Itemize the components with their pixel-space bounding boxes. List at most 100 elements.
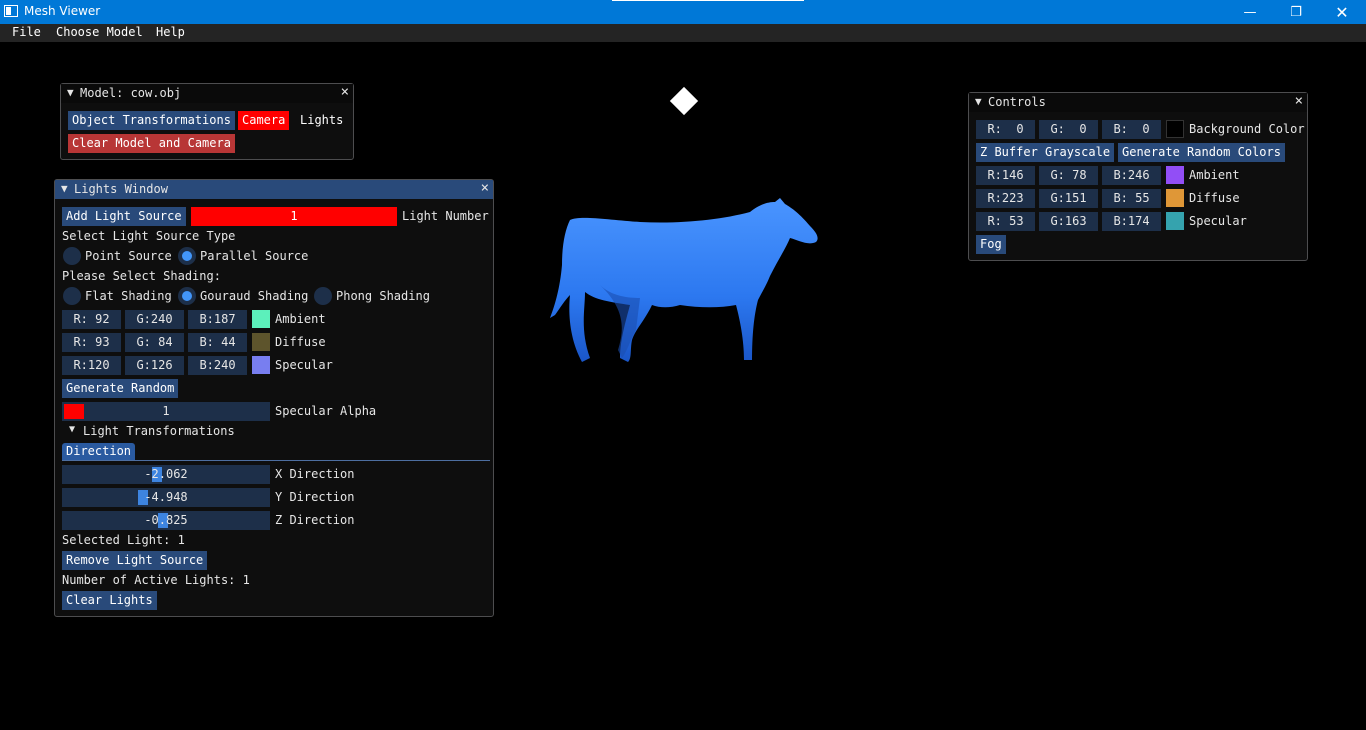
- model-panel-title: Model: cow.obj: [80, 86, 182, 100]
- x-direction-label: X Direction: [275, 467, 355, 481]
- model-ambient-g[interactable]: G: 78: [1039, 166, 1098, 185]
- parallel-source-label: Parallel Source: [200, 249, 309, 263]
- controls-panel-title: Controls: [988, 95, 1046, 109]
- menu-bar: File Choose Model Help: [0, 24, 1366, 42]
- generate-random-colors-button[interactable]: Generate Random Colors: [1118, 143, 1285, 162]
- lights-tab[interactable]: Lights: [296, 111, 347, 130]
- phong-shading-radio[interactable]: [314, 287, 332, 305]
- model-ambient-r[interactable]: R:146: [976, 166, 1035, 185]
- model-specular-r[interactable]: R: 53: [976, 212, 1035, 231]
- model-ambient-label: Ambient: [1189, 168, 1240, 182]
- x-direction-value: -2.062: [144, 467, 188, 481]
- lights-panel-title: Lights Window: [74, 182, 168, 196]
- model-diffuse-b[interactable]: B: 55: [1102, 189, 1161, 208]
- light-diffuse-swatch[interactable]: [252, 333, 270, 351]
- light-position-marker: [669, 86, 699, 116]
- point-source-radio[interactable]: [63, 247, 81, 265]
- specular-alpha-slider[interactable]: 1: [62, 402, 270, 421]
- maximize-button[interactable]: ❐: [1273, 0, 1319, 24]
- close-icon[interactable]: ×: [1295, 93, 1303, 109]
- tab-underline: [62, 460, 490, 461]
- bg-color-swatch[interactable]: [1166, 120, 1184, 138]
- bg-color-r[interactable]: R: 0: [976, 120, 1035, 139]
- gouraud-shading-radio[interactable]: [178, 287, 196, 305]
- controls-panel: ▼ Controls × R: 0 G: 0 B: 0 Background C…: [968, 92, 1308, 261]
- camera-tab[interactable]: Camera: [238, 111, 290, 130]
- parallel-source-radio[interactable]: [178, 247, 196, 265]
- z-direction-label: Z Direction: [275, 513, 355, 527]
- model-specular-swatch[interactable]: [1166, 212, 1184, 230]
- phong-shading-label: Phong Shading: [336, 289, 430, 303]
- title-bar: Mesh Viewer — ❐ ✕: [0, 0, 1366, 24]
- bg-color-g[interactable]: G: 0: [1039, 120, 1098, 139]
- light-diffuse-b[interactable]: B: 44: [188, 333, 247, 352]
- light-diffuse-r[interactable]: R: 93: [62, 333, 121, 352]
- z-direction-value: -0.825: [144, 513, 188, 527]
- light-ambient-label: Ambient: [275, 312, 326, 326]
- select-shading-label: Please Select Shading:: [62, 269, 221, 283]
- lights-panel: ▼ Lights Window × Add Light Source 1 Lig…: [54, 179, 494, 617]
- clear-model-camera-button[interactable]: Clear Model and Camera: [68, 134, 235, 153]
- close-icon[interactable]: ×: [481, 180, 489, 196]
- model-diffuse-label: Diffuse: [1189, 191, 1240, 205]
- model-diffuse-r[interactable]: R:223: [976, 189, 1035, 208]
- model-diffuse-g[interactable]: G:151: [1039, 189, 1098, 208]
- bg-color-label: Background Color: [1189, 122, 1305, 136]
- generate-random-button[interactable]: Generate Random: [62, 379, 179, 398]
- controls-panel-header[interactable]: ▼ Controls ×: [969, 93, 1307, 112]
- menu-file[interactable]: File: [12, 25, 41, 39]
- direction-tab[interactable]: Direction: [62, 443, 136, 460]
- model-diffuse-swatch[interactable]: [1166, 189, 1184, 207]
- fog-button[interactable]: Fog: [976, 235, 1006, 254]
- model-specular-g[interactable]: G:163: [1039, 212, 1098, 231]
- light-transformations-header[interactable]: Light Transformations: [83, 424, 235, 438]
- light-specular-r[interactable]: R:120: [62, 356, 121, 375]
- light-ambient-r[interactable]: R: 92: [62, 310, 121, 329]
- light-ambient-g[interactable]: G:240: [125, 310, 184, 329]
- select-type-label: Select Light Source Type: [62, 229, 236, 243]
- app-icon: [4, 5, 18, 17]
- model-ambient-b[interactable]: B:246: [1102, 166, 1161, 185]
- flat-shading-label: Flat Shading: [85, 289, 172, 303]
- specular-alpha-grab[interactable]: [64, 404, 84, 419]
- light-diffuse-label: Diffuse: [275, 335, 326, 349]
- light-specular-g[interactable]: G:126: [125, 356, 184, 375]
- gouraud-shading-label: Gouraud Shading: [200, 289, 309, 303]
- collapse-arrow-icon[interactable]: ▼: [61, 182, 68, 195]
- flat-shading-radio[interactable]: [63, 287, 81, 305]
- point-source-label: Point Source: [85, 249, 172, 263]
- z-buffer-grayscale-button[interactable]: Z Buffer Grayscale: [976, 143, 1115, 162]
- light-specular-swatch[interactable]: [252, 356, 270, 374]
- light-number-label: Light Number: [402, 209, 489, 223]
- remove-light-source-button[interactable]: Remove Light Source: [62, 551, 208, 570]
- active-lights-text: Number of Active Lights: 1: [62, 573, 250, 587]
- collapse-arrow-icon[interactable]: ▼: [975, 95, 982, 108]
- light-specular-b[interactable]: B:240: [188, 356, 247, 375]
- close-button[interactable]: ✕: [1319, 0, 1365, 24]
- y-direction-value: -4.948: [144, 490, 188, 504]
- light-ambient-swatch[interactable]: [252, 310, 270, 328]
- model-specular-label: Specular: [1189, 214, 1247, 228]
- tree-arrow-icon[interactable]: ▼: [69, 424, 75, 435]
- window-title: Mesh Viewer: [24, 4, 101, 18]
- close-icon[interactable]: ×: [341, 84, 349, 100]
- title-highlight: [612, 0, 804, 1]
- object-transformations-tab[interactable]: Object Transformations: [68, 111, 235, 130]
- light-number-slider[interactable]: 1: [191, 207, 397, 226]
- light-ambient-b[interactable]: B:187: [188, 310, 247, 329]
- cow-mesh-render: [550, 198, 818, 362]
- model-panel: ▼ Model: cow.obj × Object Transformation…: [60, 83, 354, 160]
- clear-lights-button[interactable]: Clear Lights: [62, 591, 157, 610]
- bg-color-b[interactable]: B: 0: [1102, 120, 1161, 139]
- selected-light-text: Selected Light: 1: [62, 533, 185, 547]
- light-diffuse-g[interactable]: G: 84: [125, 333, 184, 352]
- model-panel-header[interactable]: ▼ Model: cow.obj ×: [61, 84, 353, 103]
- collapse-arrow-icon[interactable]: ▼: [67, 86, 74, 99]
- model-specular-b[interactable]: B:174: [1102, 212, 1161, 231]
- lights-panel-header[interactable]: ▼ Lights Window ×: [55, 180, 493, 199]
- menu-choose-model[interactable]: Choose Model: [56, 25, 143, 39]
- menu-help[interactable]: Help: [156, 25, 185, 39]
- add-light-source-button[interactable]: Add Light Source: [62, 207, 186, 226]
- minimize-button[interactable]: —: [1227, 0, 1273, 24]
- model-ambient-swatch[interactable]: [1166, 166, 1184, 184]
